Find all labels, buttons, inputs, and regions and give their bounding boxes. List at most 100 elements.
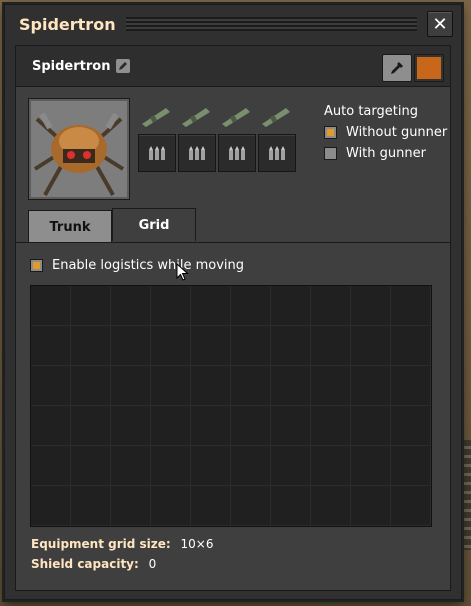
grid-cell[interactable] [391,326,431,366]
grid-cell[interactable] [31,486,71,526]
ammo-slot[interactable] [178,134,216,172]
ammo-slot[interactable] [218,134,256,172]
spidertron-image [33,112,125,196]
grid-cell[interactable] [71,446,111,486]
grid-cell[interactable] [311,326,351,366]
tab-trunk[interactable]: Trunk [28,210,112,243]
pencil-icon[interactable] [116,59,131,73]
content-frame: Spidertron Auto targeting Without gunner… [15,45,451,591]
grid-cell[interactable] [31,446,71,486]
close-button[interactable]: ✕ [427,11,453,37]
grid-cell[interactable] [231,326,271,366]
grid-cell[interactable] [31,326,71,366]
grid-cell[interactable] [311,446,351,486]
grid-cell[interactable] [351,446,391,486]
without-gunner-option[interactable]: Without gunner [324,125,447,140]
grid-cell[interactable] [191,486,231,526]
grid-cell[interactable] [31,406,71,446]
shield-capacity-row: Shield capacity: 0 [31,557,214,571]
grid-cell[interactable] [71,486,111,526]
shield-capacity-value: 0 [148,557,157,571]
grid-cell[interactable] [191,286,231,326]
grid-cell[interactable] [271,486,311,526]
grid-cell[interactable] [111,286,151,326]
grid-size-label: Equipment grid size: [31,537,171,551]
ammo-slot[interactable] [138,134,176,172]
auto-targeting-heading: Auto targeting [324,104,418,119]
grid-cell[interactable] [231,486,271,526]
grid-tab-panel: Enable logistics while moving Equipment … [16,242,450,590]
grid-cell[interactable] [151,366,191,406]
grid-cell[interactable] [271,286,311,326]
grid-cell[interactable] [31,286,71,326]
color-swatch [417,57,441,79]
close-icon: ✕ [432,13,448,35]
grid-cell[interactable] [111,326,151,366]
pipette-button[interactable] [382,54,412,82]
grid-cell[interactable] [271,366,311,406]
grid-cell[interactable] [271,406,311,446]
grid-size-row: Equipment grid size: 10×6 [31,537,214,551]
grid-cell[interactable] [391,486,431,526]
grid-cell[interactable] [151,486,191,526]
rocket-launcher-icon [218,102,254,130]
grid-cell[interactable] [311,366,351,406]
ammo-icon [149,146,165,160]
grid-cell[interactable] [391,366,431,406]
grid-cell[interactable] [351,366,391,406]
spidertron-preview[interactable] [28,98,130,200]
grid-cell[interactable] [191,406,231,446]
weapons-area [138,102,296,172]
grid-cell[interactable] [231,406,271,446]
grid-cell[interactable] [391,406,431,446]
grid-cell[interactable] [151,326,191,366]
grid-cell[interactable] [71,286,111,326]
logistics-option[interactable]: Enable logistics while moving [30,258,244,273]
grid-cell[interactable] [71,326,111,366]
grid-cell[interactable] [351,326,391,366]
drag-handle[interactable] [125,17,417,31]
grid-cell[interactable] [71,366,111,406]
grid-cell[interactable] [351,286,391,326]
window-title: Spidertron [19,14,116,34]
without-gunner-checkbox[interactable] [324,126,337,139]
grid-cell[interactable] [311,406,351,446]
mouse-cursor-icon [176,263,189,281]
grid-cell[interactable] [191,326,231,366]
grid-cell[interactable] [111,366,151,406]
logistics-checkbox[interactable] [30,259,43,272]
grid-cell[interactable] [271,326,311,366]
equipment-grid[interactable] [30,285,432,527]
grid-cell[interactable] [191,366,231,406]
with-gunner-option[interactable]: With gunner [324,146,447,161]
logistics-label: Enable logistics while moving [52,258,245,273]
grid-cell[interactable] [151,286,191,326]
grid-cell[interactable] [111,406,151,446]
grid-cell[interactable] [311,286,351,326]
ammo-slot[interactable] [258,134,296,172]
grid-cell[interactable] [31,366,71,406]
grid-cell[interactable] [311,486,351,526]
title-bar[interactable]: Spidertron ✕ [5,5,461,43]
grid-cell[interactable] [391,286,431,326]
grid-cell[interactable] [151,406,191,446]
grid-cell[interactable] [231,286,271,326]
shield-capacity-label: Shield capacity: [31,557,139,571]
grid-cell[interactable] [151,446,191,486]
with-gunner-label: With gunner [346,146,426,161]
with-gunner-checkbox[interactable] [324,147,337,160]
grid-cell[interactable] [271,446,311,486]
grid-cell[interactable] [111,486,151,526]
ammo-icon [269,146,285,160]
rocket-launcher-icon [178,102,214,130]
color-picker-button[interactable] [414,54,444,82]
grid-cell[interactable] [71,406,111,446]
grid-cell[interactable] [231,366,271,406]
grid-cell[interactable] [191,446,231,486]
grid-cell[interactable] [231,446,271,486]
grid-cell[interactable] [351,486,391,526]
grid-cell[interactable] [351,406,391,446]
grid-cell[interactable] [391,446,431,486]
grid-cell[interactable] [111,446,151,486]
tab-grid[interactable]: Grid [112,208,196,241]
